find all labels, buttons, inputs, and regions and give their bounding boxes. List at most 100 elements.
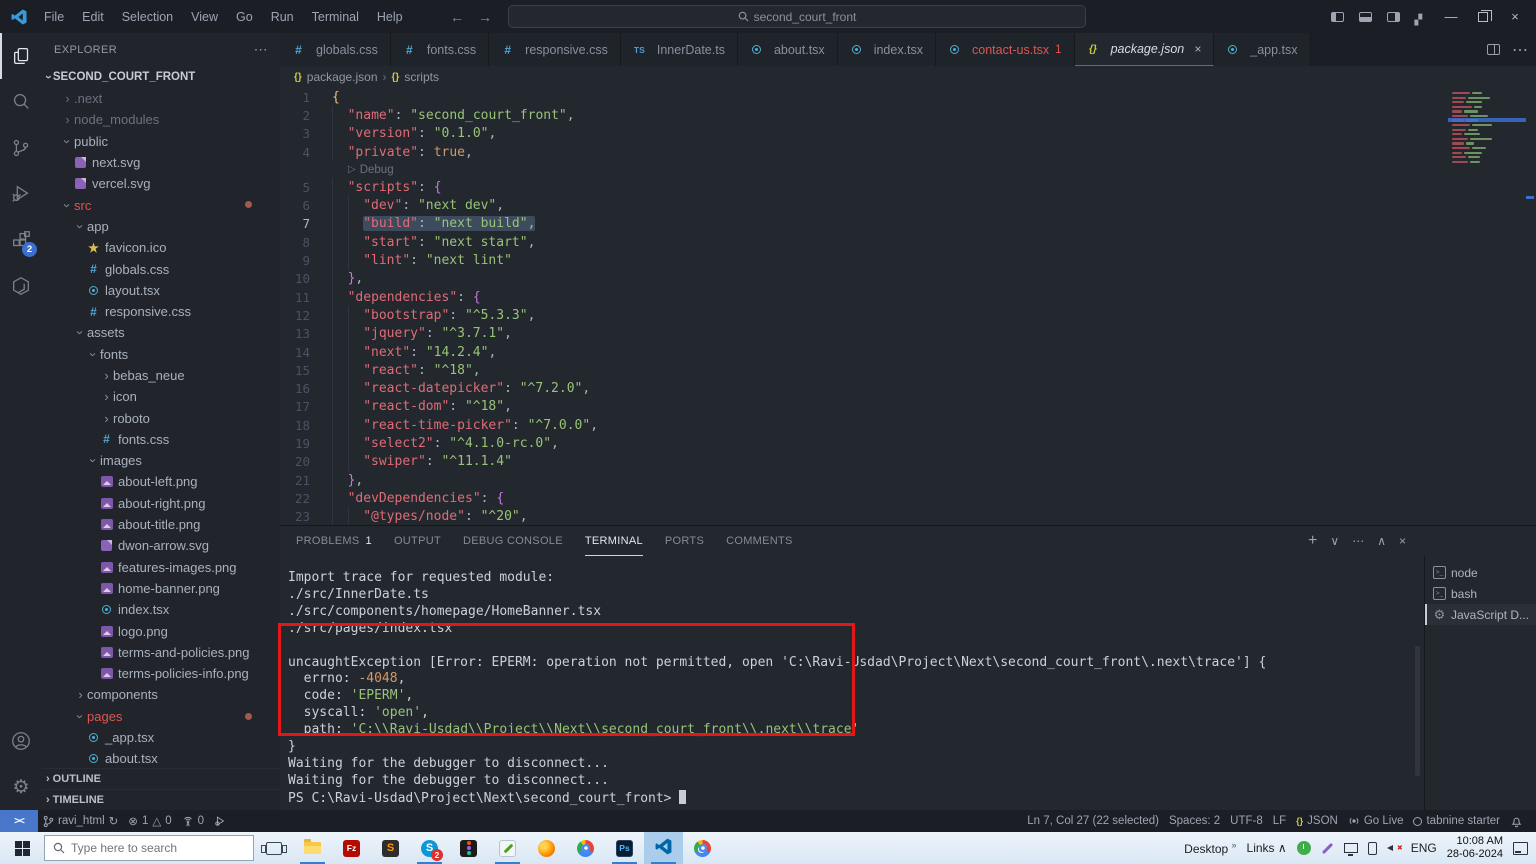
tree-folder-fonts[interactable]: ›fonts bbox=[42, 344, 280, 365]
editor-scrollbar[interactable] bbox=[1524, 88, 1536, 525]
taskbar-vscode[interactable] bbox=[644, 832, 683, 864]
taskbar-search-input[interactable] bbox=[71, 841, 231, 855]
action-center-icon[interactable] bbox=[1513, 842, 1528, 855]
tree-file-index.tsx[interactable]: index.tsx bbox=[42, 599, 280, 620]
clock[interactable]: 10:08 AM 28-06-2024 bbox=[1447, 835, 1503, 861]
terminal-scrollbar[interactable] bbox=[1415, 646, 1420, 776]
go-live-item[interactable]: Go Live bbox=[1343, 810, 1409, 832]
tree-folder-bebas_neue[interactable]: ›bebas_neue bbox=[42, 365, 280, 386]
tab-about.tsx[interactable]: about.tsx bbox=[738, 33, 838, 66]
tree-file-about.tsx[interactable]: about.tsx bbox=[42, 748, 280, 768]
tree-file-home-banner.png[interactable]: home-banner.png bbox=[42, 578, 280, 599]
tab-package.json[interactable]: {}package.json× bbox=[1075, 33, 1215, 66]
tree-folder-.next[interactable]: ›.next bbox=[42, 88, 280, 109]
customize-layout-icon[interactable] bbox=[1408, 5, 1434, 29]
tree-folder-images[interactable]: ›images bbox=[42, 450, 280, 471]
tree-file-favicon.ico[interactable]: ★favicon.ico bbox=[42, 237, 280, 258]
taskbar-skype[interactable]: S2 bbox=[410, 832, 449, 864]
terminal-instance-javascriptd[interactable]: ⚙JavaScript D... bbox=[1425, 604, 1536, 625]
taskbar-figma[interactable] bbox=[449, 832, 488, 864]
code-editor[interactable]: 1{2"name": "second_court_front",3"versio… bbox=[280, 88, 1536, 525]
terminal-instance-node[interactable]: >_node bbox=[1425, 562, 1536, 583]
remote-indicator[interactable]: >< bbox=[0, 810, 38, 832]
tree-file-vercel.svg[interactable]: vercel.svg bbox=[42, 173, 280, 194]
close-button[interactable]: × bbox=[1500, 3, 1530, 31]
tree-file-terms-policies-info.png[interactable]: terms-policies-info.png bbox=[42, 663, 280, 684]
toggle-panel-icon[interactable] bbox=[1352, 5, 1378, 29]
desktop-toolbar[interactable]: Desktop » bbox=[1184, 840, 1236, 856]
taskbar-sublime-text[interactable]: S bbox=[371, 832, 410, 864]
notifications-bell[interactable] bbox=[1505, 810, 1528, 832]
tree-file-layout.tsx[interactable]: layout.tsx bbox=[42, 280, 280, 301]
tree-file-features-images.png[interactable]: features-images.png bbox=[42, 557, 280, 578]
menu-go[interactable]: Go bbox=[228, 6, 261, 28]
source-control-icon[interactable] bbox=[0, 125, 42, 171]
menu-terminal[interactable]: Terminal bbox=[304, 6, 367, 28]
panel-tab-comments[interactable]: COMMENTS bbox=[726, 526, 793, 556]
tab-globals.css[interactable]: #globals.css bbox=[280, 33, 391, 66]
terminal-instance-bash[interactable]: >_bash bbox=[1425, 583, 1536, 604]
extensions-icon[interactable]: 2 bbox=[0, 217, 42, 263]
maximize-panel-icon[interactable]: ∧ bbox=[1377, 534, 1386, 548]
tree-folder-node_modules[interactable]: ›node_modules bbox=[42, 109, 280, 130]
tree-file-fonts.css[interactable]: #fonts.css bbox=[42, 429, 280, 450]
tree-file-terms-and-policies.png[interactable]: terms-and-policies.png bbox=[42, 642, 280, 663]
taskbar-firefox[interactable] bbox=[527, 832, 566, 864]
package-extension-icon[interactable] bbox=[0, 263, 42, 309]
tray-volume-muted-icon[interactable] bbox=[1387, 842, 1401, 854]
breadcrumb[interactable]: {} package.json › {} scripts bbox=[280, 66, 1536, 88]
taskbar-chrome-profile[interactable] bbox=[683, 832, 722, 864]
close-panel-icon[interactable]: × bbox=[1399, 534, 1406, 548]
links-toolbar[interactable]: Links ∧ bbox=[1247, 841, 1287, 855]
tab-contact-us.tsx[interactable]: contact-us.tsx1 bbox=[936, 33, 1075, 66]
cursor-position[interactable]: Ln 7, Col 27 (22 selected) bbox=[1022, 810, 1164, 832]
taskbar-task-view[interactable] bbox=[254, 832, 293, 864]
forward-icon[interactable]: → bbox=[478, 9, 492, 25]
explorer-actions-icon[interactable]: ⋯ bbox=[254, 41, 268, 58]
debug-status-item[interactable] bbox=[209, 810, 231, 832]
language-mode[interactable]: {} JSON bbox=[1291, 810, 1343, 832]
tabnine-item[interactable]: tabnine starter bbox=[1408, 810, 1505, 832]
indentation[interactable]: Spaces: 2 bbox=[1164, 810, 1225, 832]
section-outline[interactable]: ›OUTLINE bbox=[42, 768, 280, 789]
menu-help[interactable]: Help bbox=[369, 6, 411, 28]
menu-run[interactable]: Run bbox=[263, 6, 302, 28]
tab-InnerDate.ts[interactable]: TSInnerDate.ts bbox=[621, 33, 738, 66]
tray-app-icon[interactable] bbox=[1297, 841, 1311, 855]
tray-network-icon[interactable] bbox=[1344, 843, 1358, 853]
tray-pen-icon[interactable] bbox=[1322, 842, 1333, 853]
restore-button[interactable] bbox=[1468, 3, 1498, 31]
tree-file-_app.tsx[interactable]: _app.tsx bbox=[42, 727, 280, 748]
minimize-button[interactable]: — bbox=[1436, 3, 1466, 31]
taskbar-photoshop[interactable]: Ps bbox=[605, 832, 644, 864]
tree-folder-src[interactable]: ›src bbox=[42, 194, 280, 215]
tab-responsive.css[interactable]: #responsive.css bbox=[489, 33, 621, 66]
codelens-debug[interactable]: ▷Debug bbox=[280, 161, 1536, 178]
eol[interactable]: LF bbox=[1268, 810, 1291, 832]
split-editor-icon[interactable] bbox=[1487, 44, 1500, 55]
tree-folder-app[interactable]: ›app bbox=[42, 216, 280, 237]
menu-selection[interactable]: Selection bbox=[114, 6, 181, 28]
panel-tab-ports[interactable]: PORTS bbox=[665, 526, 704, 556]
tray-phone-icon[interactable] bbox=[1368, 842, 1377, 855]
tree-folder-public[interactable]: ›public bbox=[42, 131, 280, 152]
run-debug-icon[interactable] bbox=[0, 171, 42, 217]
menu-edit[interactable]: Edit bbox=[74, 6, 112, 28]
back-icon[interactable]: ← bbox=[450, 9, 464, 25]
problems-item[interactable]: ⊗1 △0 bbox=[123, 810, 176, 832]
section-timeline[interactable]: ›TIMELINE bbox=[42, 789, 280, 810]
menu-file[interactable]: File bbox=[36, 6, 72, 28]
new-terminal-icon[interactable]: + bbox=[1308, 532, 1317, 550]
tab-close-icon[interactable]: × bbox=[1194, 42, 1201, 56]
tree-file-dwon-arrow.svg[interactable]: dwon-arrow.svg bbox=[42, 535, 280, 556]
terminal-output[interactable]: Import trace for requested module:./src/… bbox=[280, 556, 1424, 810]
panel-more-icon[interactable]: ⋯ bbox=[1352, 534, 1364, 548]
tree-folder-components[interactable]: ›components bbox=[42, 684, 280, 705]
account-icon[interactable] bbox=[0, 718, 42, 764]
tree-file-globals.css[interactable]: #globals.css bbox=[42, 258, 280, 279]
panel-tab-debug-console[interactable]: DEBUG CONSOLE bbox=[463, 526, 563, 556]
panel-tab-output[interactable]: OUTPUT bbox=[394, 526, 441, 556]
tree-folder-roboto[interactable]: ›roboto bbox=[42, 407, 280, 428]
taskbar-filezilla[interactable]: Fz bbox=[332, 832, 371, 864]
workspace-root-folder[interactable]: › SECOND_COURT_FRONT bbox=[42, 66, 280, 88]
